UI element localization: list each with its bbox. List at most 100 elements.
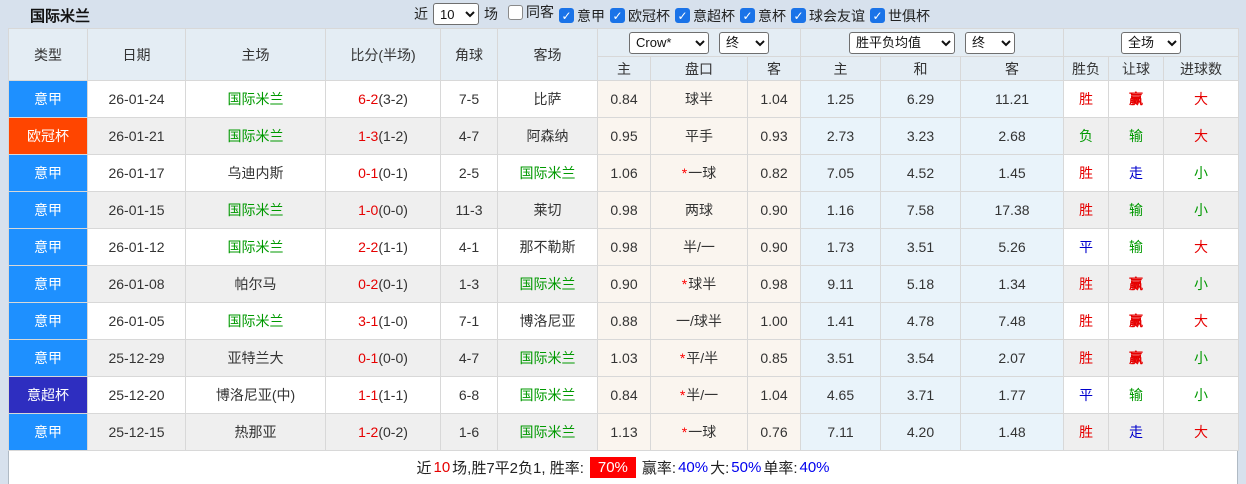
- col-header-corner: 角球: [440, 28, 498, 81]
- filter-checkbox-意甲[interactable]: 意甲: [559, 6, 605, 26]
- avg-select[interactable]: 胜平负均值: [849, 31, 956, 54]
- checkbox-icon[interactable]: [740, 8, 755, 24]
- avg-away-cell: 1.34: [959, 265, 1065, 303]
- result-cell: 平: [1063, 376, 1110, 414]
- avg-draw-cell: 4.52: [880, 154, 961, 192]
- goals-result-cell: 小: [1163, 339, 1240, 377]
- odds-home-cell: 0.98: [597, 191, 651, 229]
- win-rate-badge: 70%: [589, 457, 636, 478]
- halftime-score: (1-1): [378, 387, 408, 403]
- sub-header-goals: 进球数: [1163, 56, 1240, 81]
- filter-controls: 近 10 场 同客 意甲 欧冠杯 意超杯 意杯 球会友谊 世俱杯: [414, 0, 930, 28]
- match-scope-select[interactable]: 全场: [1121, 31, 1182, 54]
- filter-checkbox-label: 世俱杯: [888, 7, 930, 24]
- filter-checkbox-球会友谊[interactable]: 球会友谊: [791, 6, 865, 26]
- match-type-badge: 意甲: [8, 228, 88, 266]
- home-team-cell: 热那亚: [185, 413, 326, 451]
- filter-checkbox-label: 同客: [526, 4, 554, 21]
- match-type-badge: 意甲: [8, 265, 88, 303]
- home-team-cell: 国际米兰: [185, 80, 326, 118]
- halftime-score: (0-0): [378, 202, 408, 218]
- table-row: 意甲 25-12-29 亚特兰大 0-1(0-0) 4-7 国际米兰 1.03 …: [8, 339, 1240, 377]
- table-row: 欧冠杯 26-01-21 国际米兰 1-3(1-2) 4-7 阿森纳 0.95 …: [8, 117, 1240, 155]
- handicap-cell: *一球: [650, 154, 748, 192]
- handicap-label: 一球: [688, 424, 717, 440]
- odds-home-cell: 0.84: [597, 376, 651, 414]
- recent-count-select[interactable]: 10: [433, 3, 479, 25]
- handicap-result-cell: 走: [1108, 413, 1165, 451]
- filter-checkbox-同客[interactable]: 同客: [508, 2, 554, 22]
- goals-result-cell: 大: [1163, 117, 1240, 155]
- bookmaker-select[interactable]: Crow*: [629, 31, 709, 54]
- score-cell: 3-1(1-0): [325, 302, 441, 340]
- avg-home-cell: 7.05: [800, 154, 881, 192]
- avg-time-select[interactable]: 终: [965, 31, 1016, 54]
- match-type-badge: 意甲: [8, 191, 88, 229]
- avg-draw-cell: 6.29: [880, 80, 961, 118]
- handicap-star-icon: *: [681, 424, 688, 440]
- footer-seg5: 单率:: [763, 460, 798, 477]
- handicap-result-cell: 输: [1108, 117, 1165, 155]
- filter-checkbox-意超杯[interactable]: 意超杯: [675, 6, 735, 26]
- avg-away-cell: 1.77: [959, 376, 1065, 414]
- date-cell: 26-01-21: [87, 117, 186, 155]
- stats-footer: 近 10 场,胜7平2负1, 胜率: 70% 赢率: 40% 大: 50% 单率: 40%: [8, 451, 1238, 484]
- score-cell: 0-1(0-0): [325, 339, 441, 377]
- goals-result-cell: 大: [1163, 228, 1240, 266]
- match-type-badge: 意甲: [8, 413, 88, 451]
- checkbox-icon[interactable]: [791, 8, 806, 24]
- halftime-score: (0-1): [378, 165, 408, 181]
- avg-away-cell: 2.07: [959, 339, 1065, 377]
- handicap-result-cell: 赢: [1108, 265, 1165, 303]
- goals-result-cell: 大: [1163, 413, 1240, 451]
- big-rate-value: 50%: [731, 459, 762, 476]
- odds-time-select[interactable]: 终: [719, 31, 769, 54]
- date-cell: 25-12-29: [87, 339, 186, 377]
- fulltime-score: 0-1: [358, 350, 379, 366]
- sub-header-result: 胜负: [1063, 56, 1110, 81]
- corner-cell: 7-5: [440, 80, 498, 118]
- handicap-label: 球半: [685, 91, 713, 107]
- checkbox-icon[interactable]: [870, 8, 885, 24]
- score-cell: 1-1(1-1): [325, 376, 441, 414]
- handicap-label: 一/球半: [676, 313, 722, 329]
- filter-checkbox-世俱杯[interactable]: 世俱杯: [870, 6, 930, 26]
- odds-home-cell: 0.95: [597, 117, 651, 155]
- filter-checkbox-欧冠杯[interactable]: 欧冠杯: [610, 6, 670, 26]
- filter-checkbox-意杯[interactable]: 意杯: [740, 6, 786, 26]
- avg-home-cell: 7.11: [800, 413, 881, 451]
- recent-suffix-label: 场: [484, 6, 498, 22]
- match-type-badge: 意甲: [8, 154, 88, 192]
- filter-checkbox-label: 欧冠杯: [628, 7, 670, 24]
- result-cell: 胜: [1063, 339, 1110, 377]
- handicap-star-icon: *: [679, 350, 686, 366]
- avg-draw-cell: 5.18: [880, 265, 961, 303]
- match-stats-panel: 国际米兰 近 10 场 同客意甲欧冠杯意超杯意杯球会友谊世俱杯 类型 日期 主场…: [0, 0, 1246, 484]
- odds-home-cell: 1.06: [597, 154, 651, 192]
- filter-checkbox-label: 意杯: [758, 7, 786, 24]
- handicap-label: 两球: [685, 202, 713, 218]
- goals-result-cell: 小: [1163, 376, 1240, 414]
- odds-away-cell: 0.90: [747, 191, 801, 229]
- corner-cell: 4-7: [440, 117, 498, 155]
- odds-away-cell: 0.85: [747, 339, 801, 377]
- date-cell: 25-12-15: [87, 413, 186, 451]
- checkbox-icon[interactable]: [675, 8, 690, 24]
- date-cell: 26-01-15: [87, 191, 186, 229]
- home-team-cell: 乌迪内斯: [185, 154, 326, 192]
- handicap-cell: *球半: [650, 265, 748, 303]
- handicap-star-icon: *: [681, 276, 688, 292]
- checkbox-icon[interactable]: [508, 4, 523, 20]
- checkbox-icon[interactable]: [559, 8, 574, 24]
- result-cell: 胜: [1063, 80, 1110, 118]
- match-type-badge: 意甲: [8, 302, 88, 340]
- avg-away-cell: 5.26: [959, 228, 1065, 266]
- handicap-result-cell: 赢: [1108, 339, 1165, 377]
- avg-home-cell: 2.73: [800, 117, 881, 155]
- corner-cell: 1-6: [440, 413, 498, 451]
- checkbox-icon[interactable]: [610, 8, 625, 24]
- odds-home-cell: 1.13: [597, 413, 651, 451]
- avg-away-cell: 1.48: [959, 413, 1065, 451]
- handicap-star-icon: *: [679, 387, 686, 403]
- fulltime-score: 6-2: [358, 91, 379, 107]
